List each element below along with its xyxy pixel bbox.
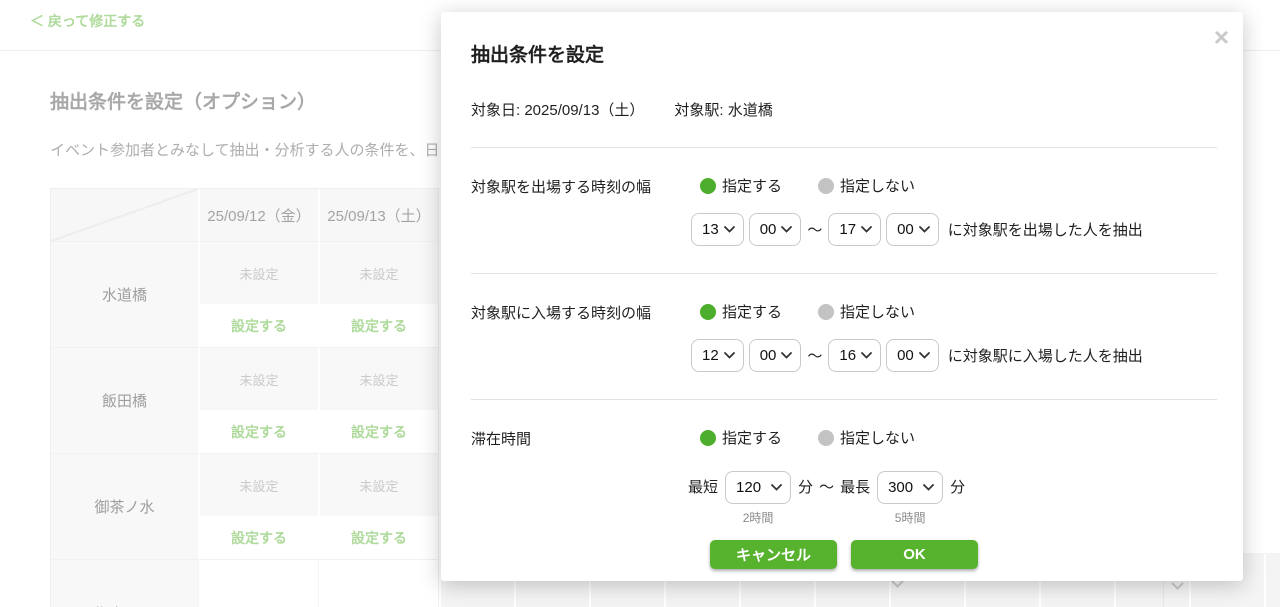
entry-from-hour-select[interactable]: 12 <box>691 339 744 372</box>
section-label: 滞在時間 <box>471 426 691 449</box>
extraction-conditions-modal: × 抽出条件を設定 対象日: 2025/09/13（土） 対象駅: 水道橋 対象… <box>441 12 1243 581</box>
status-cell: 未設定 <box>198 453 318 516</box>
chevron-down-icon <box>724 352 735 359</box>
status-cell: 未設定 <box>198 347 318 410</box>
section-divider <box>471 147 1217 148</box>
status-cell: 未設定 <box>318 347 438 410</box>
set-condition-link[interactable]: 設定する <box>318 516 438 559</box>
page-title: 抽出条件を設定（オプション） <box>50 87 316 114</box>
min-duration-label: 最短 <box>688 471 718 504</box>
page-description: イベント参加者とみなして抽出・分析する人の条件を、日 <box>50 139 440 160</box>
radio-on-icon <box>700 178 716 194</box>
set-condition-link[interactable]: 設定する <box>198 410 318 453</box>
radio-off-icon <box>818 304 834 320</box>
exit-from-min-select[interactable]: 00 <box>749 213 802 246</box>
radio-on-icon <box>700 430 716 446</box>
modal-title: 抽出条件を設定 <box>471 40 1217 67</box>
close-icon[interactable]: × <box>1214 24 1229 50</box>
range-tilde: ～ <box>807 219 822 240</box>
radio-off-icon <box>818 178 834 194</box>
max-duration-label: 最長 <box>840 471 870 504</box>
chevron-down-icon <box>781 226 792 233</box>
exit-from-hour-select[interactable]: 13 <box>691 213 744 246</box>
exit-to-min-select[interactable]: 00 <box>886 213 939 246</box>
radio-specify[interactable]: 指定する <box>700 301 782 322</box>
entry-to-hour-select[interactable]: 16 <box>828 339 881 372</box>
chevron-down-icon <box>861 352 872 359</box>
target-station-label: 対象駅: 水道橋 <box>674 99 772 120</box>
table-cell-partial <box>198 559 318 607</box>
set-condition-link[interactable]: 設定する <box>198 304 318 347</box>
entry-condition-text: に対象駅に入場した人を抽出 <box>948 345 1143 366</box>
duration-unit: 分 <box>950 471 965 504</box>
conditions-table: 25/09/12（金） 25/09/13（土） 水道橋 未設定 未設定 設定する… <box>50 188 439 607</box>
section-exit-time: 対象駅を出場する時刻の幅 指定する 指定しない 13 00 ～ 17 00 に対… <box>471 174 1217 246</box>
exit-to-hour-select[interactable]: 17 <box>828 213 881 246</box>
cancel-button[interactable]: キャンセル <box>710 540 837 569</box>
column-header-date-2: 25/09/13（土） <box>318 189 438 241</box>
station-label: 飯田橋 <box>51 347 198 453</box>
section-entry-time: 対象駅に入場する時刻の幅 指定する 指定しない 12 00 ～ 16 00 に対… <box>471 300 1217 372</box>
range-tilde: ～ <box>807 345 822 366</box>
chevron-down-icon <box>771 484 782 491</box>
set-condition-link[interactable]: 設定する <box>318 410 438 453</box>
chevron-down-icon <box>724 226 735 233</box>
station-label: 水道橋 <box>51 241 198 347</box>
section-label: 対象駅を出場する時刻の幅 <box>471 174 691 197</box>
chevron-down-icon <box>781 352 792 359</box>
entry-to-min-select[interactable]: 00 <box>886 339 939 372</box>
chevron-down-icon <box>891 580 904 588</box>
radio-no-specify[interactable]: 指定しない <box>818 427 915 448</box>
modal-target-info: 対象日: 2025/09/13（土） 対象駅: 水道橋 <box>471 99 1217 120</box>
radio-on-icon <box>700 304 716 320</box>
duration-unit: 分 <box>798 471 813 504</box>
ok-button[interactable]: OK <box>851 540 978 569</box>
chevron-down-icon <box>923 484 934 491</box>
max-duration-select[interactable]: 300 <box>877 471 943 504</box>
range-tilde: ～ <box>819 471 834 504</box>
set-condition-link[interactable]: 設定する <box>198 516 318 559</box>
station-label-partial: 指定なし <box>51 559 198 607</box>
status-cell: 未設定 <box>198 241 318 304</box>
chevron-down-icon <box>919 226 930 233</box>
section-label: 対象駅に入場する時刻の幅 <box>471 300 691 323</box>
column-header-date-1: 25/09/12（金） <box>198 189 318 241</box>
max-duration-caption: 5時間 <box>895 509 926 526</box>
section-divider <box>471 399 1217 400</box>
chevron-down-icon <box>861 226 872 233</box>
target-date-label: 対象日: 2025/09/13（土） <box>471 99 644 120</box>
radio-no-specify[interactable]: 指定しない <box>818 301 915 322</box>
table-cell-partial <box>318 559 438 607</box>
station-label: 御茶ノ水 <box>51 453 198 559</box>
radio-off-icon <box>818 430 834 446</box>
radio-no-specify[interactable]: 指定しない <box>818 175 915 196</box>
chevron-down-icon <box>919 352 930 359</box>
set-condition-link[interactable]: 設定する <box>318 304 438 347</box>
exit-condition-text: に対象駅を出場した人を抽出 <box>948 219 1143 240</box>
entry-from-min-select[interactable]: 00 <box>749 339 802 372</box>
min-duration-select[interactable]: 120 <box>725 471 791 504</box>
back-to-edit-link[interactable]: ＜ 戻って修正する <box>30 11 145 31</box>
min-duration-caption: 2時間 <box>743 509 774 526</box>
status-cell: 未設定 <box>318 241 438 304</box>
radio-specify[interactable]: 指定する <box>700 427 782 448</box>
radio-specify[interactable]: 指定する <box>700 175 782 196</box>
section-divider <box>471 273 1217 274</box>
section-stay-duration: 滞在時間 指定する 指定しない 最短 120 2時間 分 ～ 最長 300 5時… <box>471 426 1217 526</box>
chevron-down-icon <box>1171 582 1184 590</box>
table-corner-diagonal-cell <box>51 189 198 241</box>
status-cell: 未設定 <box>318 453 438 516</box>
